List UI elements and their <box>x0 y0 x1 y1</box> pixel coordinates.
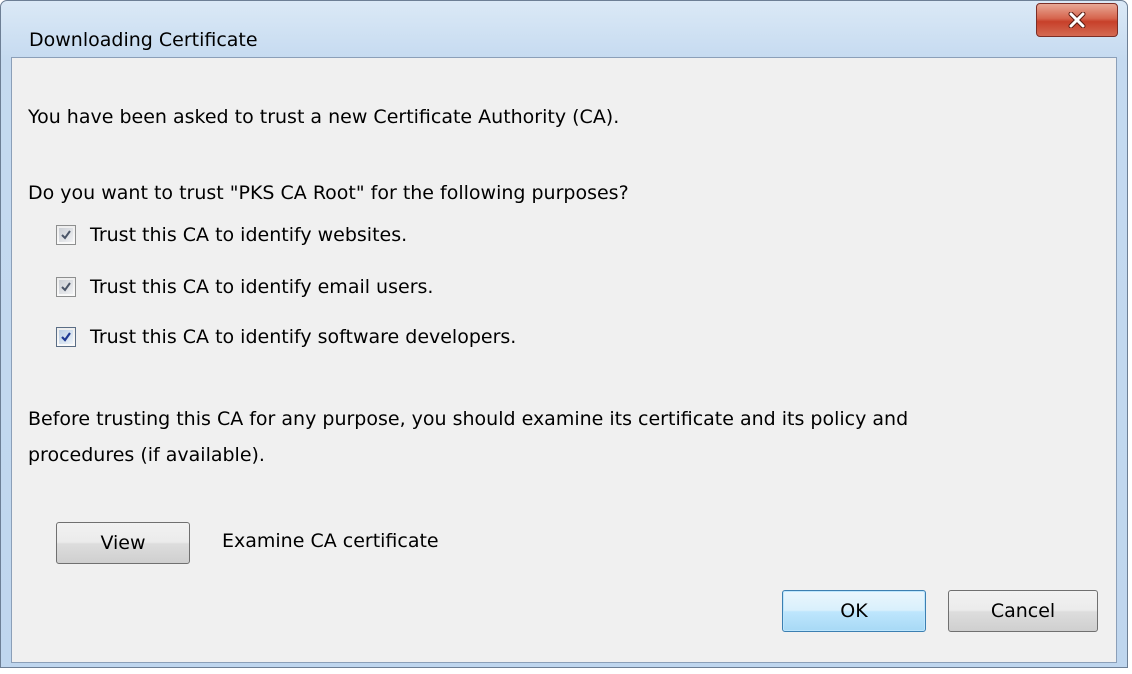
checkbox-row-websites[interactable]: Trust this CA to identify websites. <box>56 222 407 248</box>
checkmark-icon <box>61 230 71 240</box>
advice-text-line1: Before trusting this CA for any purpose,… <box>28 408 909 430</box>
dialog-window: Downloading Certificate You have been as… <box>0 0 1128 668</box>
checkbox-label-email: Trust this CA to identify email users. <box>90 276 434 298</box>
close-icon <box>1068 12 1086 28</box>
checkbox-label-websites: Trust this CA to identify websites. <box>90 224 408 246</box>
cancel-button[interactable]: Cancel <box>948 590 1098 632</box>
question-text: Do you want to trust "PKS CA Root" for t… <box>28 182 629 204</box>
checkbox-label-software: Trust this CA to identify software devel… <box>90 326 517 348</box>
checkbox-websites[interactable] <box>56 225 76 245</box>
checkbox-software[interactable] <box>56 327 76 347</box>
view-description: Examine CA certificate <box>222 530 439 552</box>
view-button[interactable]: View <box>56 522 190 564</box>
title-bar[interactable]: Downloading Certificate <box>1 1 1127 57</box>
checkbox-row-email[interactable]: Trust this CA to identify email users. <box>56 274 433 300</box>
ok-button[interactable]: OK <box>782 590 926 632</box>
checkbox-email[interactable] <box>56 277 76 297</box>
intro-text: You have been asked to trust a new Certi… <box>28 106 620 128</box>
checkmark-icon <box>61 282 71 292</box>
close-button[interactable] <box>1036 3 1118 37</box>
checkbox-row-software[interactable]: Trust this CA to identify software devel… <box>56 324 516 350</box>
dialog-body: You have been asked to trust a new Certi… <box>11 57 1117 663</box>
checkmark-icon <box>61 332 71 342</box>
dialog-title: Downloading Certificate <box>29 29 258 51</box>
advice-text-line2: procedures (if available). <box>28 444 265 466</box>
